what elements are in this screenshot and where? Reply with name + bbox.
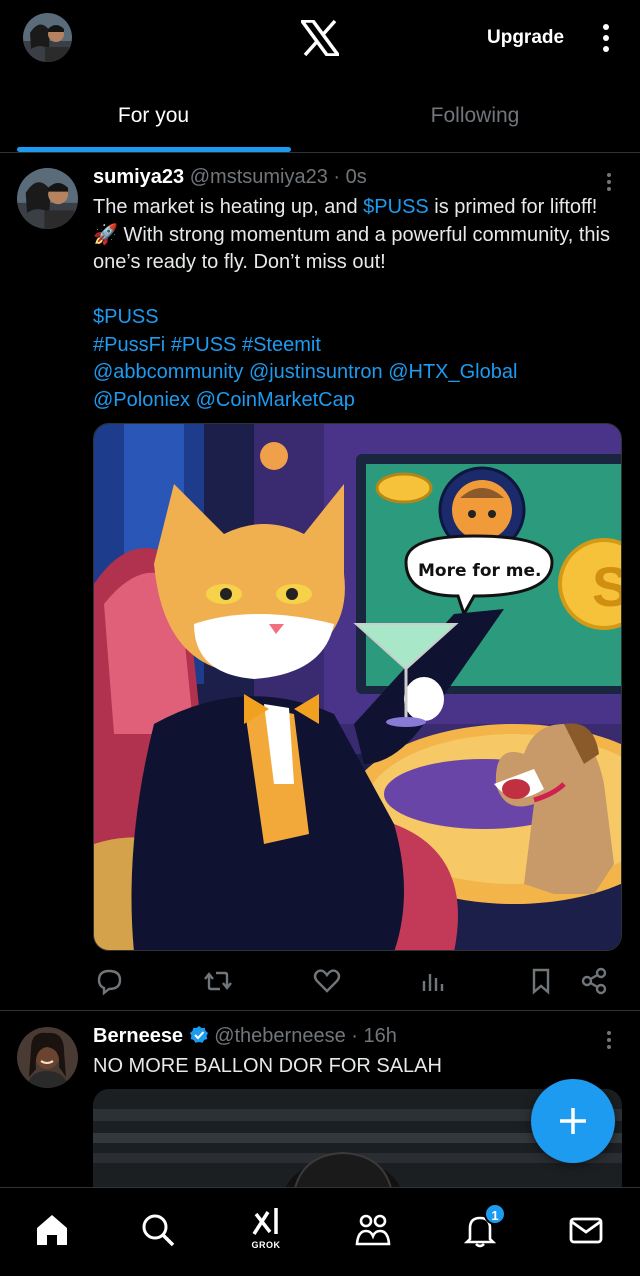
search-icon[interactable] — [138, 1210, 178, 1250]
image-speech-text: More for me. — [418, 561, 542, 581]
post-actions — [93, 965, 623, 1001]
more-options-icon[interactable] — [596, 22, 616, 54]
author-handle[interactable]: @theberneese — [214, 1025, 346, 1047]
tab-for-you[interactable]: For you — [0, 104, 307, 128]
plus-icon — [560, 1108, 586, 1134]
post-header: sumiya23 @mstsumiya23 · 0s — [93, 166, 367, 189]
cashtag-link[interactable]: $PUSS — [93, 306, 159, 328]
active-tab-indicator — [17, 147, 291, 152]
bookmark-icon[interactable] — [526, 965, 556, 997]
mention-link[interactable]: @abbcommunity — [93, 361, 243, 383]
hashtag-link[interactable]: #PUSS — [171, 334, 237, 356]
post-header: Berneese @theberneese · 16h — [93, 1025, 397, 1048]
communities-icon[interactable] — [353, 1210, 393, 1250]
mention-link[interactable]: @justinsuntron — [249, 361, 383, 383]
post-time: · 16h — [351, 1025, 397, 1047]
views-icon[interactable] — [418, 965, 448, 997]
home-icon[interactable] — [32, 1210, 72, 1250]
mention-link[interactable]: @Poloniex — [93, 389, 190, 411]
profile-avatar[interactable] — [23, 13, 72, 62]
mention-link[interactable]: @HTX_Global — [388, 361, 517, 383]
repost-icon[interactable] — [203, 965, 233, 997]
compose-post-button[interactable] — [531, 1079, 615, 1163]
post-author-avatar[interactable] — [17, 1027, 78, 1088]
x-logo-icon[interactable] — [298, 19, 342, 57]
timeline-tabs: For you Following — [0, 84, 640, 153]
post-more-icon[interactable] — [604, 1029, 614, 1051]
post-text: NO MORE BALLON DOR FOR SALAH — [93, 1055, 442, 1077]
reply-icon[interactable] — [95, 965, 125, 997]
mention-link[interactable]: @CoinMarketCap — [196, 389, 355, 411]
share-icon[interactable] — [579, 965, 609, 997]
verified-badge-icon — [189, 1025, 209, 1045]
author-name[interactable]: Berneese — [93, 1025, 183, 1047]
post-more-icon[interactable] — [604, 171, 614, 193]
grok-icon[interactable] — [246, 1204, 286, 1244]
hashtag-link[interactable]: #Steemit — [242, 334, 321, 356]
bottom-navigation: GROK 1 — [0, 1187, 640, 1276]
post-paragraph: The market is heating up, and $PUSS is p… — [93, 196, 610, 273]
post[interactable]: sumiya23 @mstsumiya23 · 0s The market is… — [0, 153, 640, 1011]
grok-label: GROK — [251, 1240, 281, 1250]
top-bar: Upgrade — [0, 0, 640, 78]
author-name[interactable]: sumiya23 — [93, 166, 184, 188]
cashtag-link[interactable]: $PUSS — [363, 196, 429, 218]
notification-count-badge: 1 — [484, 1203, 506, 1225]
svg-text:S: S — [592, 555, 622, 618]
author-handle[interactable]: @mstsumiya23 — [190, 166, 328, 188]
hashtag-link[interactable]: #PussFi — [93, 334, 165, 356]
messages-icon[interactable] — [566, 1210, 606, 1250]
post-author-avatar[interactable] — [17, 168, 78, 229]
post-image[interactable]: S More for me. — [93, 423, 622, 951]
like-icon[interactable] — [312, 965, 342, 997]
upgrade-button[interactable]: Upgrade — [487, 27, 564, 49]
post-time: · 0s — [333, 166, 367, 188]
tab-following[interactable]: Following — [320, 104, 630, 128]
post-text: The market is heating up, and $PUSS is p… — [93, 194, 613, 414]
